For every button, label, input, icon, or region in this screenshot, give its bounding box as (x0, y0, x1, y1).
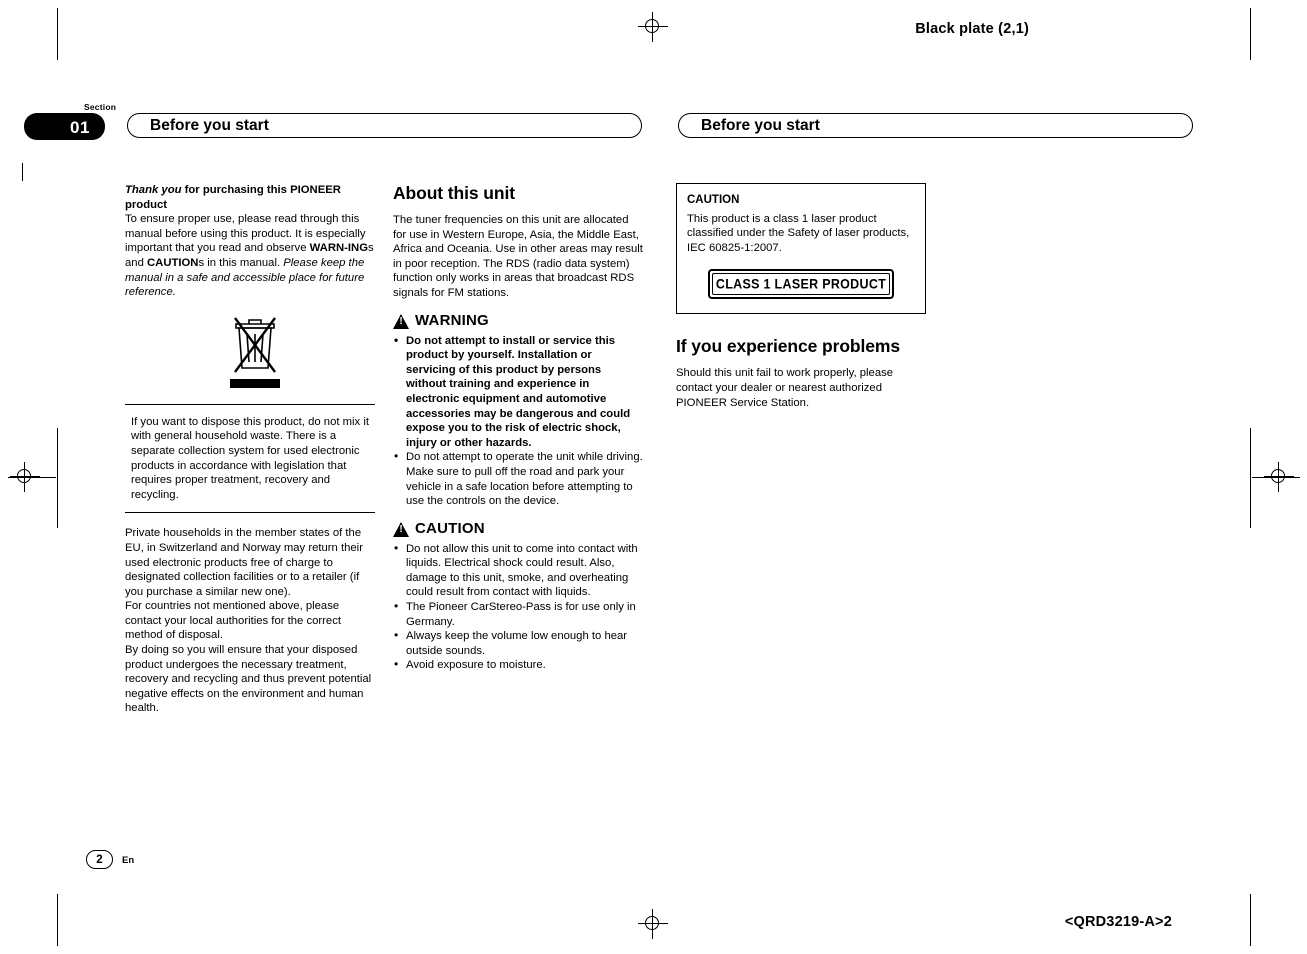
intro-body-paragraph: To ensure proper use, please read throug… (125, 212, 375, 300)
list-item: Do not attempt to install or service thi… (393, 333, 643, 451)
warning-label: WARNING (415, 311, 489, 329)
about-this-unit-heading: About this unit (393, 183, 515, 203)
crossed-out-wheeled-bin-icon (125, 316, 375, 394)
class-1-laser-product-badge: CLASS 1 LASER PRODUCT (708, 269, 894, 300)
crop-mark-mid-right-v (1250, 428, 1251, 528)
intro-warning-word: WARN-ING (309, 242, 369, 255)
black-plate-label: Black plate (2,1) (915, 21, 1029, 37)
running-head-right: Before you start (678, 113, 1193, 138)
caution-heading: CAUTION (393, 519, 643, 537)
crop-mark-right-bottom (1250, 894, 1251, 946)
if-you-experience-problems-heading: If you experience problems (676, 336, 901, 357)
weee-underline-bar (230, 378, 280, 388)
list-item: Do not attempt to operate the unit while… (393, 449, 643, 508)
registration-mark-bottom (638, 909, 668, 939)
crop-mark-left-bottom (57, 894, 58, 946)
section-label: Section (84, 102, 117, 112)
class-1-laser-product-label: CLASS 1 LASER PRODUCT (715, 276, 887, 292)
column-2: About this unit The tuner frequencies on… (393, 183, 643, 673)
running-head-left: Before you start (127, 113, 642, 138)
margin-tick (22, 163, 23, 181)
warning-triangle-icon (393, 313, 409, 329)
laser-caution-title: CAUTION (687, 194, 740, 206)
intro-caution-word: CAUTION (147, 256, 199, 269)
registration-mark-top (638, 12, 668, 42)
disposal-note-text: If you want to dispose this product, do … (131, 415, 369, 501)
column-1: Thank you for purchasing this PIONEER pr… (125, 183, 375, 716)
list-item: Avoid exposure to moisture. (393, 657, 643, 673)
registration-mark-right (1264, 462, 1294, 492)
list-item: The Pioneer CarStereo-Pass is for use on… (393, 599, 643, 629)
crop-mark-right-top (1250, 8, 1251, 60)
about-this-unit-body: The tuner frequencies on this unit are a… (393, 214, 643, 299)
eu-paragraph-1: Private households in the member states … (125, 527, 363, 598)
eu-paragraph-2: For countries not mentioned above, pleas… (125, 600, 341, 642)
manual-page: Black plate (2,1) <QRD3219-A>2 Section 0… (0, 0, 1307, 954)
caution-list: Do not allow this unit to come into cont… (393, 541, 643, 673)
document-code-label: <QRD3219-A>2 (1064, 914, 1172, 930)
laser-caution-box: CAUTION This product is a class 1 laser … (676, 183, 926, 315)
running-head-left-text: Before you start (150, 117, 269, 134)
caution-label: CAUTION (415, 519, 485, 537)
section-number: 01 (70, 118, 90, 137)
laser-caution-body: This product is a class 1 laser product … (687, 212, 910, 254)
warning-heading: WARNING (393, 311, 643, 329)
list-item: Always keep the volume low enough to hea… (393, 628, 643, 658)
registration-mark-left (10, 462, 40, 492)
eu-paragraph-3: By doing so you will ensure that your di… (125, 644, 372, 715)
intro-thank-you: Thank you (125, 184, 182, 196)
intro-body-3: s in this manual. (198, 256, 284, 269)
crop-mark-mid-left-v (57, 428, 58, 528)
section-pill (24, 113, 105, 140)
warning-list: Do not attempt to install or service thi… (393, 333, 643, 509)
intro-lead-paragraph: Thank you for purchasing this PIONEER pr… (125, 183, 375, 212)
page-language-label: En (122, 855, 135, 866)
caution-triangle-icon (393, 521, 409, 537)
if-you-experience-problems-body: Should this unit fail to work properly, … (676, 367, 894, 409)
page-number-badge: 2 (86, 850, 113, 869)
disposal-note-box: If you want to dispose this product, do … (125, 403, 375, 514)
column-3: CAUTION This product is a class 1 laser … (676, 183, 926, 410)
running-head-right-text: Before you start (701, 117, 820, 134)
list-item: Do not allow this unit to come into cont… (393, 541, 643, 600)
crop-mark-left-top (57, 8, 58, 60)
